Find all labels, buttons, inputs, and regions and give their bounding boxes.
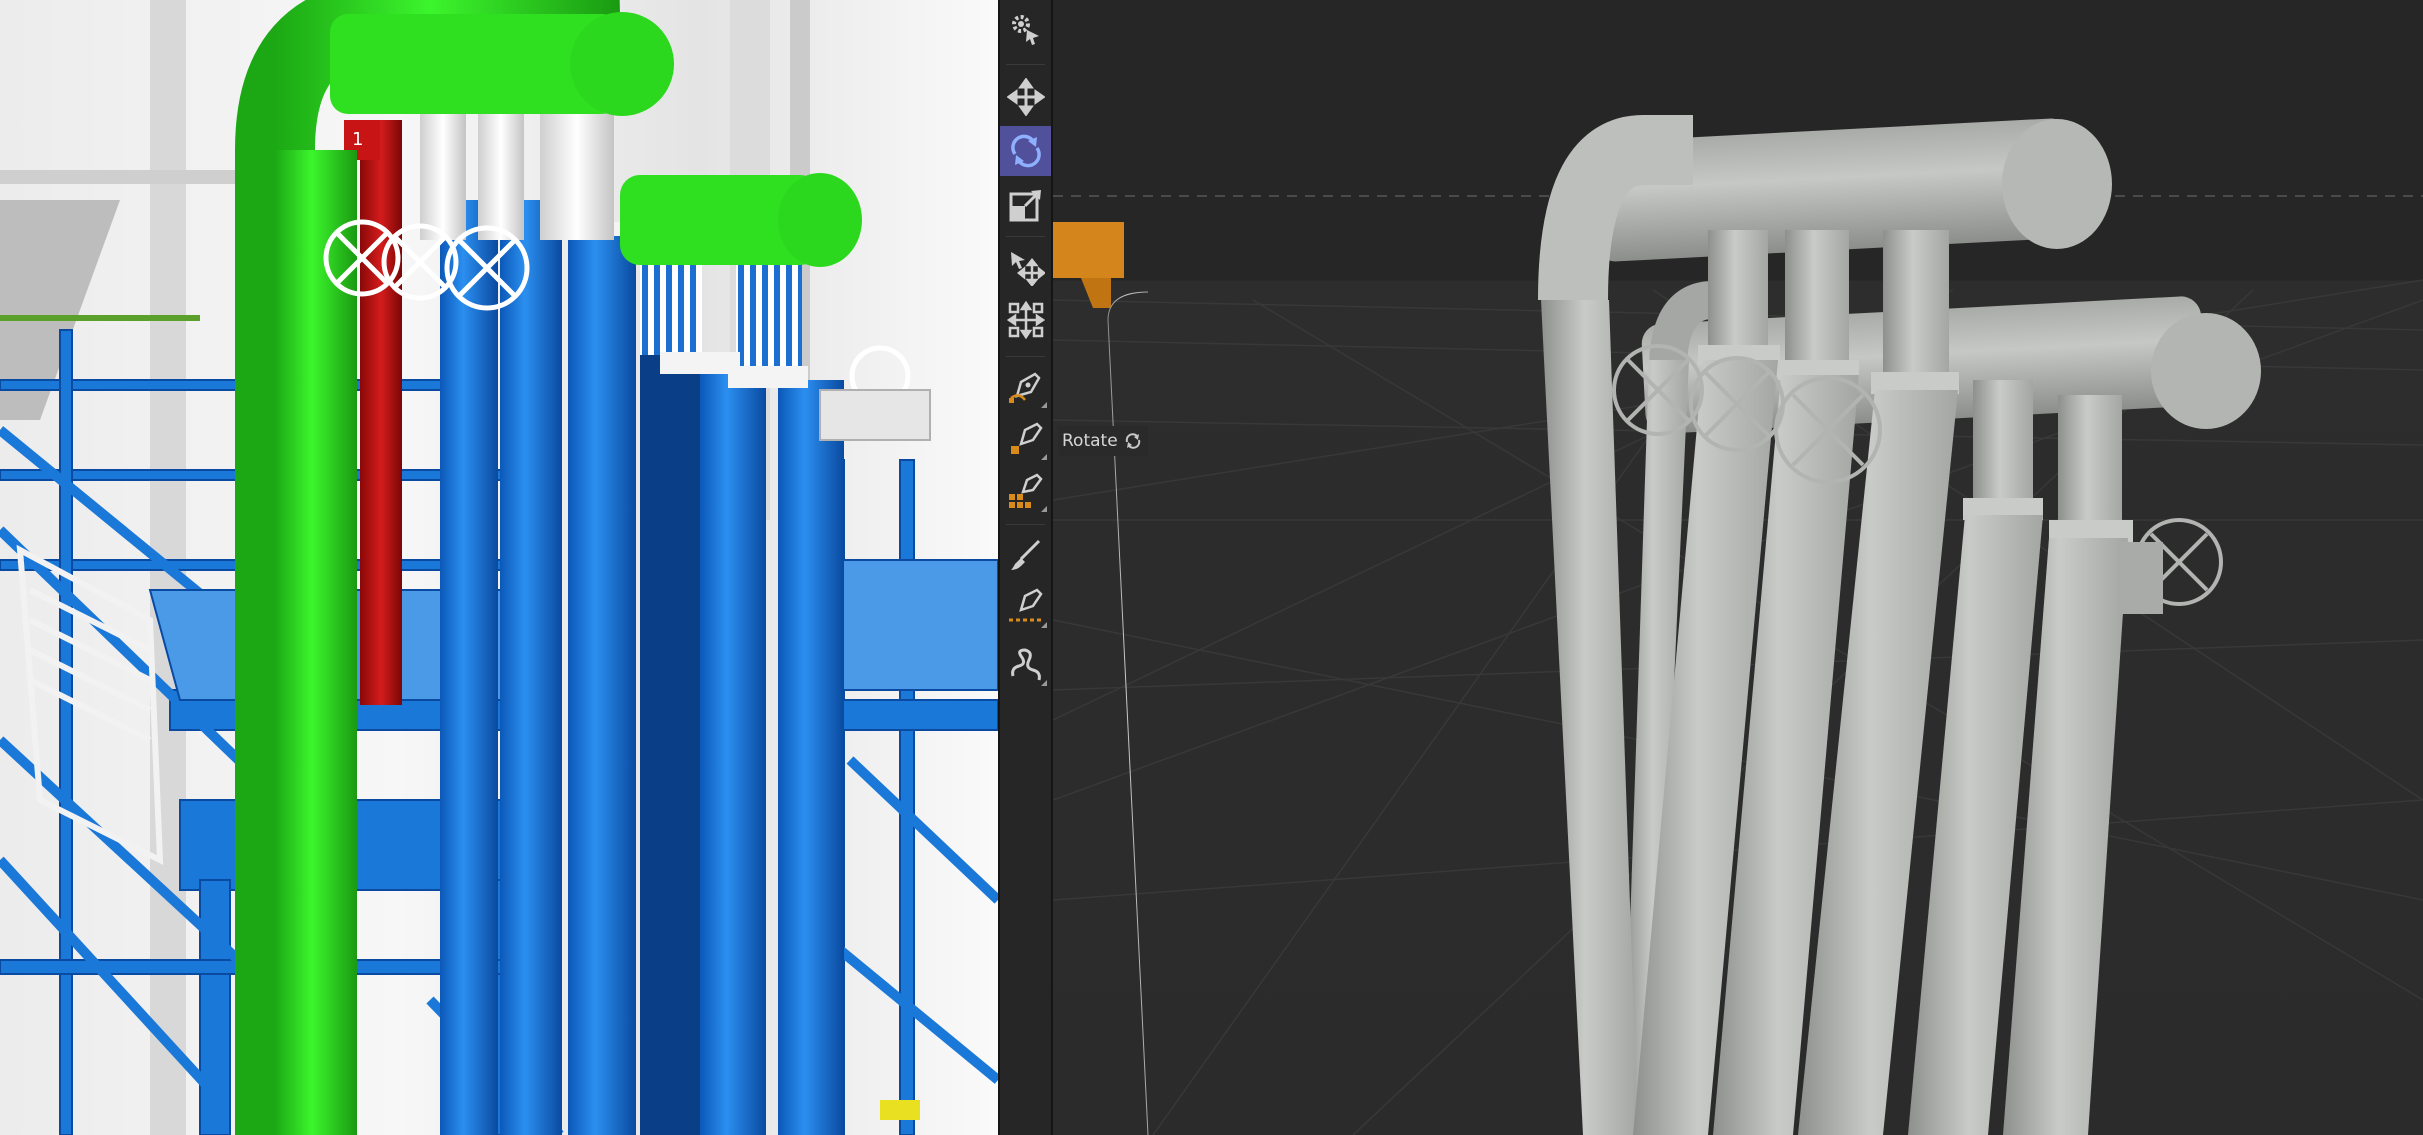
pen-line-icon [1008,588,1043,622]
spline-tool[interactable] [1000,640,1051,690]
rotate-tool[interactable] [1000,126,1051,176]
3d-viewport[interactable] [1053,0,2423,1135]
reference-image-panel: 1 [0,0,998,1135]
rotate-icon [1010,134,1041,168]
rotate-tooltip: Rotate [1058,426,1148,456]
brush-icon [1010,539,1040,570]
reference-tag-label: 1 [352,129,363,150]
select-move-icon [1010,252,1045,286]
viewport-scene [1053,115,2423,1135]
pen-cluster-tool[interactable] [1000,466,1051,516]
rotate-mini-icon [1125,433,1140,449]
camera-object[interactable] [1053,222,1124,308]
scale-tool[interactable] [1000,180,1051,230]
valve-body [2121,542,2163,614]
pen-line-tool[interactable] [1000,582,1051,632]
left-toolbar [998,0,1053,1135]
gear-pointer-icon [1011,15,1039,45]
move-tool[interactable] [1000,72,1051,122]
pen-tool[interactable] [1000,362,1051,412]
transform-tool[interactable] [1000,295,1051,345]
pen-cluster-icon [1008,473,1043,508]
tooltip-label: Rotate [1062,431,1118,451]
reference-pipe-render: 1 [0,0,998,1135]
select-move-tool[interactable] [1000,242,1051,292]
brush-tool[interactable] [1000,530,1051,580]
pen-point-tool[interactable] [1000,414,1051,464]
pen-icon [1008,372,1041,403]
spline-squiggle-icon [1010,648,1041,681]
settings-pointer-tool[interactable] [1000,4,1051,54]
pen-point-icon [1010,422,1043,454]
transform-icon [1006,301,1045,339]
move-arrows-icon [1006,78,1045,116]
scale-icon [1009,190,1041,222]
